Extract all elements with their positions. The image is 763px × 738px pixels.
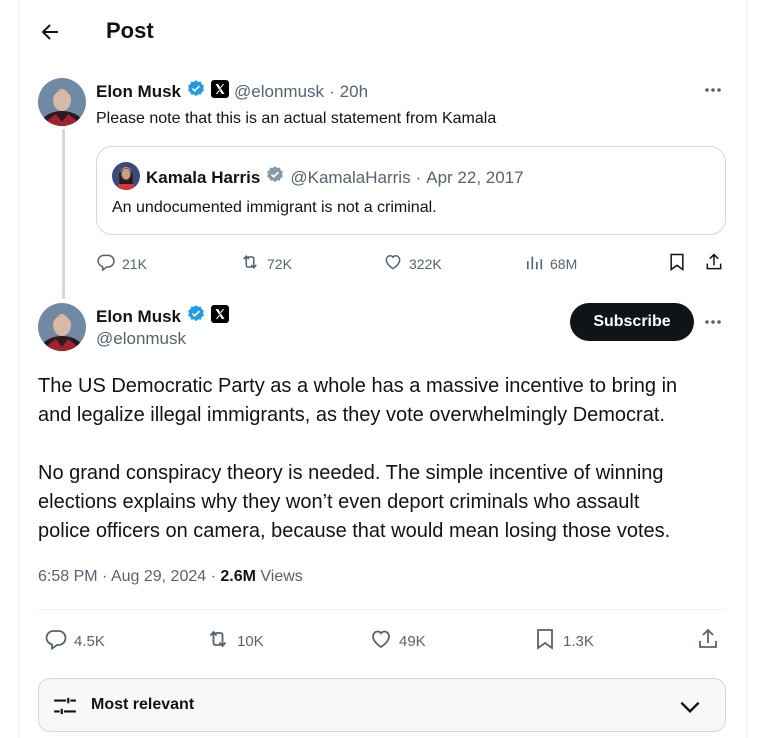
dot-separator: ·	[415, 167, 422, 187]
sort-sliders-icon	[52, 693, 78, 719]
views-label: Views	[260, 568, 303, 585]
verified-badge-icon[interactable]	[186, 304, 206, 329]
reply-button[interactable]: 4.5K	[44, 627, 105, 655]
repost-icon	[239, 252, 261, 275]
repost-button[interactable]: 10K	[205, 627, 264, 655]
dot-separator: ·	[102, 568, 111, 585]
post-text-line: elections explains why they won’t even d…	[38, 491, 640, 513]
views-count: 2.6M	[220, 568, 256, 585]
back-arrow-icon[interactable]	[38, 20, 62, 44]
avatar[interactable]	[38, 78, 86, 126]
dot-separator: ·	[329, 81, 335, 101]
share-icon[interactable]	[704, 252, 724, 272]
post-text-line: police officers on camera, because that …	[38, 520, 671, 542]
bookmark-icon	[533, 627, 557, 655]
post-meta: 6:58 PM · Aug 29, 2024 · 2.6M Views	[38, 568, 303, 586]
quoted-avatar[interactable]	[112, 162, 140, 190]
more-icon[interactable]	[703, 80, 723, 100]
like-icon	[369, 627, 393, 655]
chevron-down-icon[interactable]	[677, 694, 703, 720]
repost-icon	[205, 627, 231, 655]
like-count: 322K	[409, 255, 442, 272]
author-name[interactable]: Elon Musk	[96, 307, 181, 327]
quoted-author-row: Kamala Harris @KamalaHarris · Apr 22, 20…	[146, 165, 524, 190]
bookmark-icon[interactable]	[667, 252, 687, 272]
post-date[interactable]: Aug 29, 2024	[111, 568, 206, 585]
reply-button[interactable]: 21K	[96, 252, 147, 275]
dot-separator: ·	[210, 568, 221, 585]
views-button[interactable]: 68M	[526, 252, 577, 275]
author-name[interactable]: Elon Musk	[96, 82, 181, 102]
quoted-post-text: An undocumented immigrant is not a crimi…	[112, 199, 437, 216]
more-icon[interactable]	[703, 312, 723, 332]
main-author-row: Elon Musk	[96, 304, 230, 329]
divider	[38, 609, 726, 610]
post-time[interactable]: 20h	[340, 82, 368, 102]
post-time[interactable]: 6:58 PM	[38, 568, 98, 585]
views-count: 68M	[550, 255, 578, 272]
verified-badge-icon	[265, 165, 285, 190]
page-title: Post	[106, 18, 154, 43]
repost-count: 10K	[237, 632, 264, 650]
like-icon	[383, 252, 403, 275]
repost-button[interactable]: 72K	[239, 252, 292, 275]
like-count: 49K	[399, 632, 426, 650]
quoted-author-name: Kamala Harris	[146, 167, 261, 187]
thread-line	[62, 129, 65, 299]
like-button[interactable]: 322K	[383, 252, 442, 275]
reply-icon	[44, 627, 68, 655]
x-logo-icon	[211, 305, 230, 328]
reply-count: 4.5K	[74, 632, 105, 650]
bookmark-count: 1.3K	[563, 632, 594, 650]
post-body: The US Democratic Party as a whole has a…	[38, 372, 677, 546]
repost-count: 72K	[267, 255, 292, 272]
subscribe-button[interactable]: Subscribe	[570, 303, 694, 341]
avatar[interactable]	[38, 303, 86, 351]
post-author-row: Elon Musk @elonmusk · 20h	[96, 79, 368, 104]
reply-count: 21K	[122, 255, 147, 272]
bookmark-button[interactable]: 1.3K	[533, 627, 594, 655]
quoted-post-date: Apr 22, 2017	[426, 167, 524, 187]
post-text-line: The US Democratic Party as a whole has a…	[38, 375, 678, 397]
x-logo-icon	[211, 80, 230, 103]
share-icon[interactable]	[696, 627, 720, 651]
post-text-line: and legalize illegal immigrants, as they…	[38, 404, 665, 426]
sort-label: Most relevant	[91, 696, 195, 713]
post-text: Please note that this is an actual state…	[96, 110, 497, 127]
verified-badge-icon[interactable]	[186, 79, 206, 104]
quoted-author-handle: @KamalaHarris	[290, 167, 411, 187]
views-icon	[526, 252, 544, 275]
like-button[interactable]: 49K	[369, 627, 426, 655]
reply-icon	[96, 252, 116, 275]
post-text-line: No grand conspiracy theory is needed. Th…	[38, 462, 664, 484]
author-handle[interactable]: @elonmusk	[96, 329, 186, 349]
quoted-post-card[interactable]	[96, 146, 726, 235]
author-handle[interactable]: @elonmusk	[234, 82, 324, 102]
